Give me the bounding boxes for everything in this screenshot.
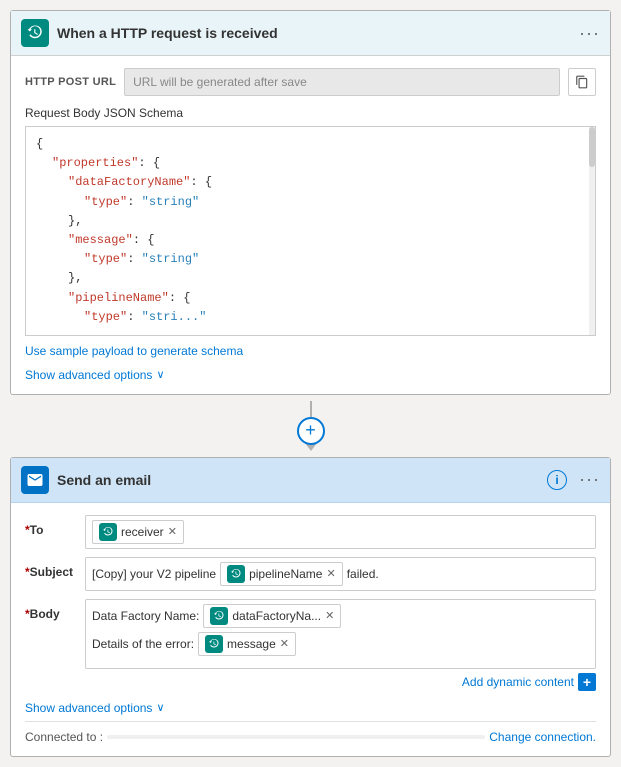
to-input[interactable]: receiver ✕ (85, 515, 596, 549)
email-chevron-icon: ∨ (156, 701, 164, 714)
body-label-text: Body (30, 607, 60, 621)
http-url-row: HTTP POST URL URL will be generated afte… (25, 68, 596, 96)
copy-icon (575, 75, 589, 89)
connector: + (10, 395, 611, 457)
email-app-icon (21, 466, 49, 494)
receiver-icon-svg (102, 526, 114, 538)
email-card: Send an email i ··· *To receiv (10, 457, 611, 757)
http-url-input: URL will be generated after save (124, 68, 560, 96)
body-line2-text: Details of the error: (92, 637, 194, 651)
receiver-tag-icon (99, 523, 117, 541)
add-step-button[interactable]: + (297, 417, 325, 445)
data-factory-tag: dataFactoryNa... ✕ (203, 604, 341, 628)
message-icon-svg (208, 638, 220, 650)
json-line-6: "type": "string" (36, 250, 585, 269)
json-line-0: { (36, 135, 585, 154)
schema-label: Request Body JSON Schema (25, 106, 596, 120)
connected-label: Connected to : (25, 730, 103, 744)
body-input-wrapper: Data Factory Name: dataFactoryNa... ✕ (85, 599, 596, 691)
http-url-label: HTTP POST URL (25, 76, 116, 88)
email-card-header: Send an email i ··· (11, 458, 610, 503)
json-line-2: "dataFactoryName": { (36, 173, 585, 192)
subject-field-row: *Subject [Copy] your V2 pipeline pipelin… (25, 557, 596, 591)
to-label-text: To (30, 523, 44, 537)
json-line-9: "type": "stri..." (36, 308, 585, 327)
pipeline-name-tag: pipelineName ✕ (220, 562, 343, 586)
url-placeholder-text: URL will be generated after save (133, 75, 307, 89)
subject-label-text: Subject (30, 565, 73, 579)
subject-input[interactable]: [Copy] your V2 pipeline pipelineName ✕ f… (85, 557, 596, 591)
body-line1-text: Data Factory Name: (92, 609, 199, 623)
connected-value (107, 735, 485, 739)
factory-tag-close[interactable]: ✕ (325, 609, 334, 622)
info-button[interactable]: i (547, 470, 567, 490)
subject-prefix: [Copy] your V2 pipeline (92, 567, 216, 581)
to-tag-label: receiver (121, 525, 164, 539)
to-receiver-tag: receiver ✕ (92, 520, 184, 544)
body-field-row: *Body Data Factory Name: (25, 599, 596, 691)
http-chevron-icon: ∨ (156, 368, 164, 381)
schema-link[interactable]: Use sample payload to generate schema (25, 344, 243, 358)
message-tag-close[interactable]: ✕ (280, 637, 289, 650)
pipeline-tag-close[interactable]: ✕ (326, 567, 335, 580)
body-input[interactable]: Data Factory Name: dataFactoryNa... ✕ (85, 599, 596, 669)
http-card-body: HTTP POST URL URL will be generated afte… (11, 56, 610, 394)
body-line-2: Details of the error: message ✕ (92, 632, 589, 656)
body-line-1: Data Factory Name: dataFactoryNa... ✕ (92, 604, 589, 628)
factory-tag-icon (210, 607, 228, 625)
page-wrapper: When a HTTP request is received ··· HTTP… (10, 10, 611, 757)
pipeline-tag-label: pipelineName (249, 567, 322, 581)
add-dynamic-button[interactable]: + (578, 673, 596, 691)
json-line-4: }, (36, 212, 585, 231)
copy-url-button[interactable] (568, 68, 596, 96)
http-show-advanced-label: Show advanced options (25, 368, 152, 382)
http-show-advanced[interactable]: Show advanced options ∨ (25, 368, 596, 382)
json-line-3: "type": "string" (36, 193, 585, 212)
factory-tag-label: dataFactoryNa... (232, 609, 321, 623)
change-connection-link[interactable]: Change connection. (489, 730, 596, 744)
connected-row: Connected to : Change connection. (25, 721, 596, 744)
http-icon-svg (26, 24, 44, 42)
email-icon-svg (26, 471, 44, 489)
plus-symbol: + (305, 420, 316, 441)
json-line-1: "properties": { (36, 154, 585, 173)
json-line-5: "message": { (36, 231, 585, 250)
http-card-header: When a HTTP request is received ··· (11, 11, 610, 56)
subject-suffix: failed. (347, 567, 379, 581)
schema-editor[interactable]: { "properties": { "dataFactoryName": { "… (25, 126, 596, 336)
email-show-advanced[interactable]: Show advanced options ∨ (25, 701, 596, 715)
pipeline-tag-icon (227, 565, 245, 583)
message-tag-label: message (227, 637, 276, 651)
to-label: *To (25, 515, 85, 537)
message-tag-icon (205, 635, 223, 653)
connector-line-top (310, 401, 312, 417)
message-tag: message ✕ (198, 632, 296, 656)
json-line-7: }, (36, 269, 585, 288)
body-label: *Body (25, 599, 85, 621)
to-tag-close[interactable]: ✕ (168, 525, 177, 538)
http-request-card: When a HTTP request is received ··· HTTP… (10, 10, 611, 395)
http-menu-dots[interactable]: ··· (579, 23, 600, 44)
http-card-title: When a HTTP request is received (57, 25, 571, 41)
schema-scrollbar (589, 127, 595, 335)
email-menu-dots[interactable]: ··· (579, 469, 600, 490)
json-line-8: "pipelineName": { (36, 289, 585, 308)
email-show-advanced-label: Show advanced options (25, 701, 152, 715)
pipeline-icon-svg (230, 568, 242, 580)
http-trigger-icon (21, 19, 49, 47)
factory-icon-svg (213, 610, 225, 622)
subject-label: *Subject (25, 557, 85, 579)
email-card-body: *To receiver ✕ (11, 503, 610, 756)
email-card-title: Send an email (57, 472, 539, 488)
to-field-row: *To receiver ✕ (25, 515, 596, 549)
schema-scrollbar-thumb (589, 127, 595, 167)
add-dynamic-row: Add dynamic content + (85, 673, 596, 691)
